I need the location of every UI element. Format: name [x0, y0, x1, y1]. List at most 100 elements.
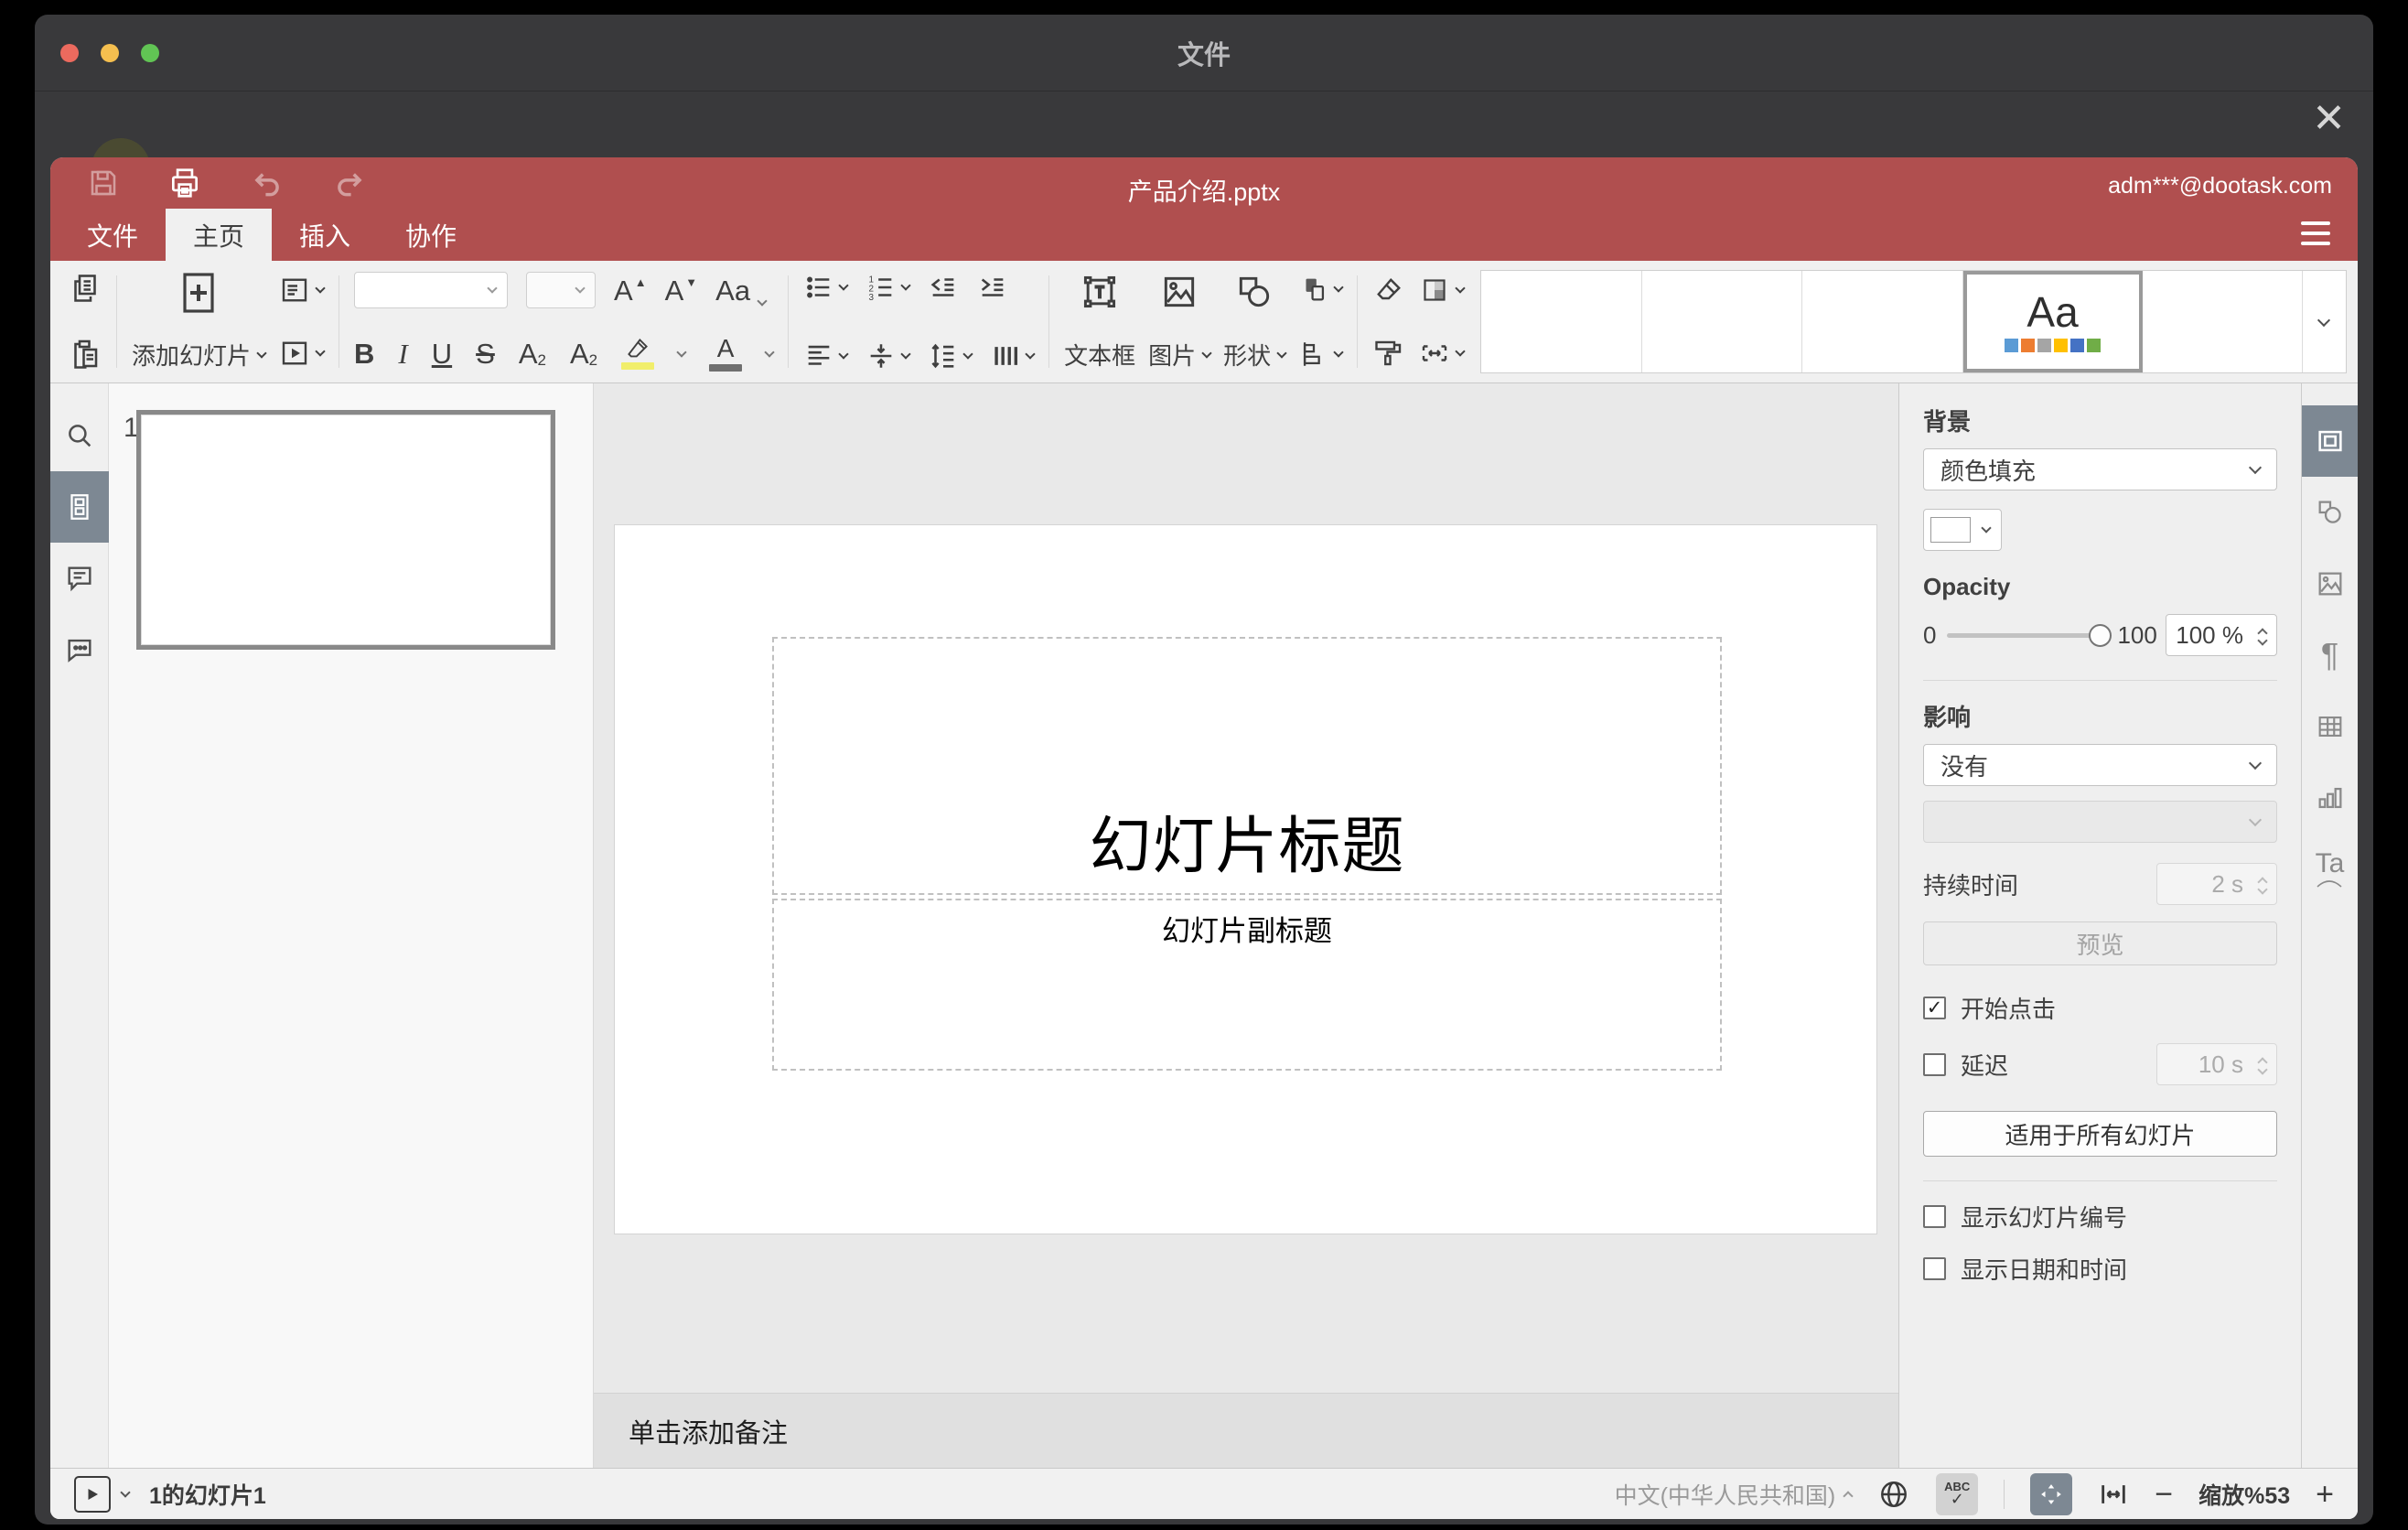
zoom-out-icon[interactable]: −: [2155, 1479, 2173, 1510]
undo-icon[interactable]: [250, 166, 285, 200]
opacity-spinner[interactable]: 100 %: [2166, 614, 2277, 656]
slide-title-text: 幻灯片标题: [1089, 812, 1405, 881]
start-slideshow-status-icon[interactable]: [74, 1475, 111, 1513]
table-settings-icon[interactable]: [2302, 691, 2359, 762]
close-window-button[interactable]: [60, 43, 79, 62]
arrange-shape-icon[interactable]: [1298, 274, 1344, 305]
canvas-column: 幻灯片标题 幻灯片副标题 单击添加备注: [594, 383, 1898, 1468]
tab-file[interactable]: 文件: [59, 209, 166, 261]
print-icon[interactable]: [167, 166, 202, 200]
slide-canvas[interactable]: 幻灯片标题 幻灯片副标题: [594, 383, 1898, 1393]
font-color-icon[interactable]: A: [709, 336, 743, 372]
bullet-list-icon[interactable]: [803, 272, 849, 303]
show-date-time-checkbox[interactable]: [1923, 1257, 1946, 1280]
font-size-select[interactable]: [526, 272, 597, 308]
app-window: 文件 ✕ 产品介绍.pptx adm***@dootask.com 文件 主页 …: [35, 15, 2373, 1525]
theme-tile[interactable]: [1481, 271, 1642, 372]
slide-layout-icon[interactable]: [278, 274, 326, 307]
theme-tile-selected[interactable]: Aa: [1962, 271, 2143, 372]
vertical-align-icon[interactable]: [865, 340, 911, 372]
add-slide-button[interactable]: 添加幻灯片: [132, 272, 267, 372]
theme-tile[interactable]: [1642, 271, 1803, 372]
zoom-window-button[interactable]: [141, 43, 159, 62]
text-art-settings-icon[interactable]: Ta: [2302, 834, 2359, 905]
menu-icon[interactable]: [2301, 221, 2330, 245]
subscript-icon[interactable]: A2: [570, 339, 597, 368]
start-slideshow-icon[interactable]: [278, 337, 326, 370]
chevron-down-icon[interactable]: [120, 1486, 131, 1498]
start-on-click-checkbox[interactable]: ✓: [1923, 997, 1946, 1019]
insert-image-button[interactable]: 图片: [1148, 272, 1212, 372]
tab-home[interactable]: 主页: [166, 209, 273, 261]
line-spacing-icon[interactable]: [928, 340, 973, 372]
fill-color-icon[interactable]: [1418, 274, 1466, 307]
underline-icon[interactable]: U: [432, 339, 452, 368]
comments-icon[interactable]: [50, 543, 109, 614]
columns-icon[interactable]: [990, 340, 1036, 372]
apply-to-all-slides-button[interactable]: 适用于所有幻灯片: [1923, 1111, 2277, 1157]
redo-icon[interactable]: [332, 166, 367, 200]
change-case-icon[interactable]: Aa: [715, 276, 768, 307]
close-icon[interactable]: ✕: [2312, 99, 2346, 139]
show-slide-number-checkbox[interactable]: [1923, 1205, 1946, 1228]
chat-icon[interactable]: [50, 614, 109, 685]
paste-icon[interactable]: [69, 339, 102, 372]
bold-icon[interactable]: B: [354, 339, 374, 368]
save-icon[interactable]: [87, 167, 120, 199]
document-title: 产品介绍.pptx: [1127, 178, 1281, 206]
slide-size-icon[interactable]: [1418, 337, 1466, 370]
align-shape-icon[interactable]: [1298, 339, 1344, 370]
slides-panel-icon[interactable]: [50, 471, 109, 543]
theme-gallery-expand-icon[interactable]: [2301, 271, 2346, 372]
chart-settings-icon[interactable]: [2302, 762, 2359, 834]
show-slide-number-row: 显示幻灯片编号: [1923, 1200, 2277, 1234]
opacity-slider-knob[interactable]: [2089, 623, 2112, 647]
tab-collaboration[interactable]: 协作: [378, 209, 484, 261]
image-settings-icon[interactable]: [2302, 548, 2359, 620]
theme-tile[interactable]: [1802, 271, 1963, 372]
numbered-list-icon[interactable]: 1 2 3: [865, 272, 911, 303]
clear-style-icon[interactable]: [1372, 274, 1405, 307]
increase-indent-icon[interactable]: [977, 272, 1008, 303]
paragraph-settings-icon[interactable]: ¶: [2302, 620, 2359, 691]
copy-icon[interactable]: [69, 272, 102, 305]
insert-textbox-button[interactable]: 文本框: [1064, 272, 1135, 372]
superscript-icon[interactable]: A2: [519, 339, 546, 368]
search-icon[interactable]: [50, 400, 109, 471]
copy-style-icon[interactable]: [1372, 337, 1405, 370]
fill-type-select[interactable]: 颜色填充: [1923, 448, 2277, 490]
background-color-picker[interactable]: [1923, 509, 2002, 551]
effect-select[interactable]: 没有: [1923, 744, 2277, 786]
shape-settings-icon[interactable]: [2302, 477, 2359, 548]
zoom-in-icon[interactable]: +: [2316, 1479, 2334, 1510]
spell-check-icon[interactable]: ABC ✓: [1936, 1472, 1979, 1515]
fit-to-width-icon[interactable]: [2098, 1479, 2129, 1510]
subtitle-placeholder[interactable]: 幻灯片副标题: [772, 899, 1722, 1071]
slide-settings-icon[interactable]: [2301, 405, 2358, 477]
decrease-indent-icon[interactable]: [928, 272, 959, 303]
font-name-select[interactable]: [354, 272, 509, 308]
notes-area[interactable]: 单击添加备注: [594, 1393, 1898, 1468]
slide-thumbnail[interactable]: [136, 410, 555, 650]
subbar: ✕: [35, 92, 2373, 197]
zoom-level[interactable]: 缩放%53: [2198, 1478, 2290, 1511]
slide-editor[interactable]: 幻灯片标题 幻灯片副标题: [614, 524, 1877, 1234]
strikeout-icon[interactable]: S: [476, 339, 495, 368]
delay-checkbox[interactable]: [1923, 1052, 1946, 1076]
title-placeholder[interactable]: 幻灯片标题: [772, 637, 1722, 895]
increase-font-icon[interactable]: A ▲: [614, 276, 647, 305]
tab-insert[interactable]: 插入: [272, 209, 378, 261]
insert-shape-button[interactable]: 形状: [1223, 272, 1287, 372]
minimize-window-button[interactable]: [101, 43, 119, 62]
decrease-font-icon[interactable]: A ▼: [665, 276, 698, 305]
opacity-slider[interactable]: [1947, 623, 2112, 647]
opacity-slider-row: 0 100 100 %: [1923, 614, 2277, 656]
italic-icon[interactable]: I: [398, 339, 407, 368]
horizontal-align-icon[interactable]: [803, 340, 849, 372]
language-select[interactable]: 中文(中华人民共和国): [1615, 1478, 1854, 1511]
document-language-icon[interactable]: [1877, 1478, 1910, 1511]
clipboard-group: [61, 270, 109, 373]
theme-tile[interactable]: [2143, 271, 2302, 372]
highlight-color-icon[interactable]: [621, 338, 655, 370]
fit-to-slide-icon[interactable]: [2030, 1472, 2073, 1515]
